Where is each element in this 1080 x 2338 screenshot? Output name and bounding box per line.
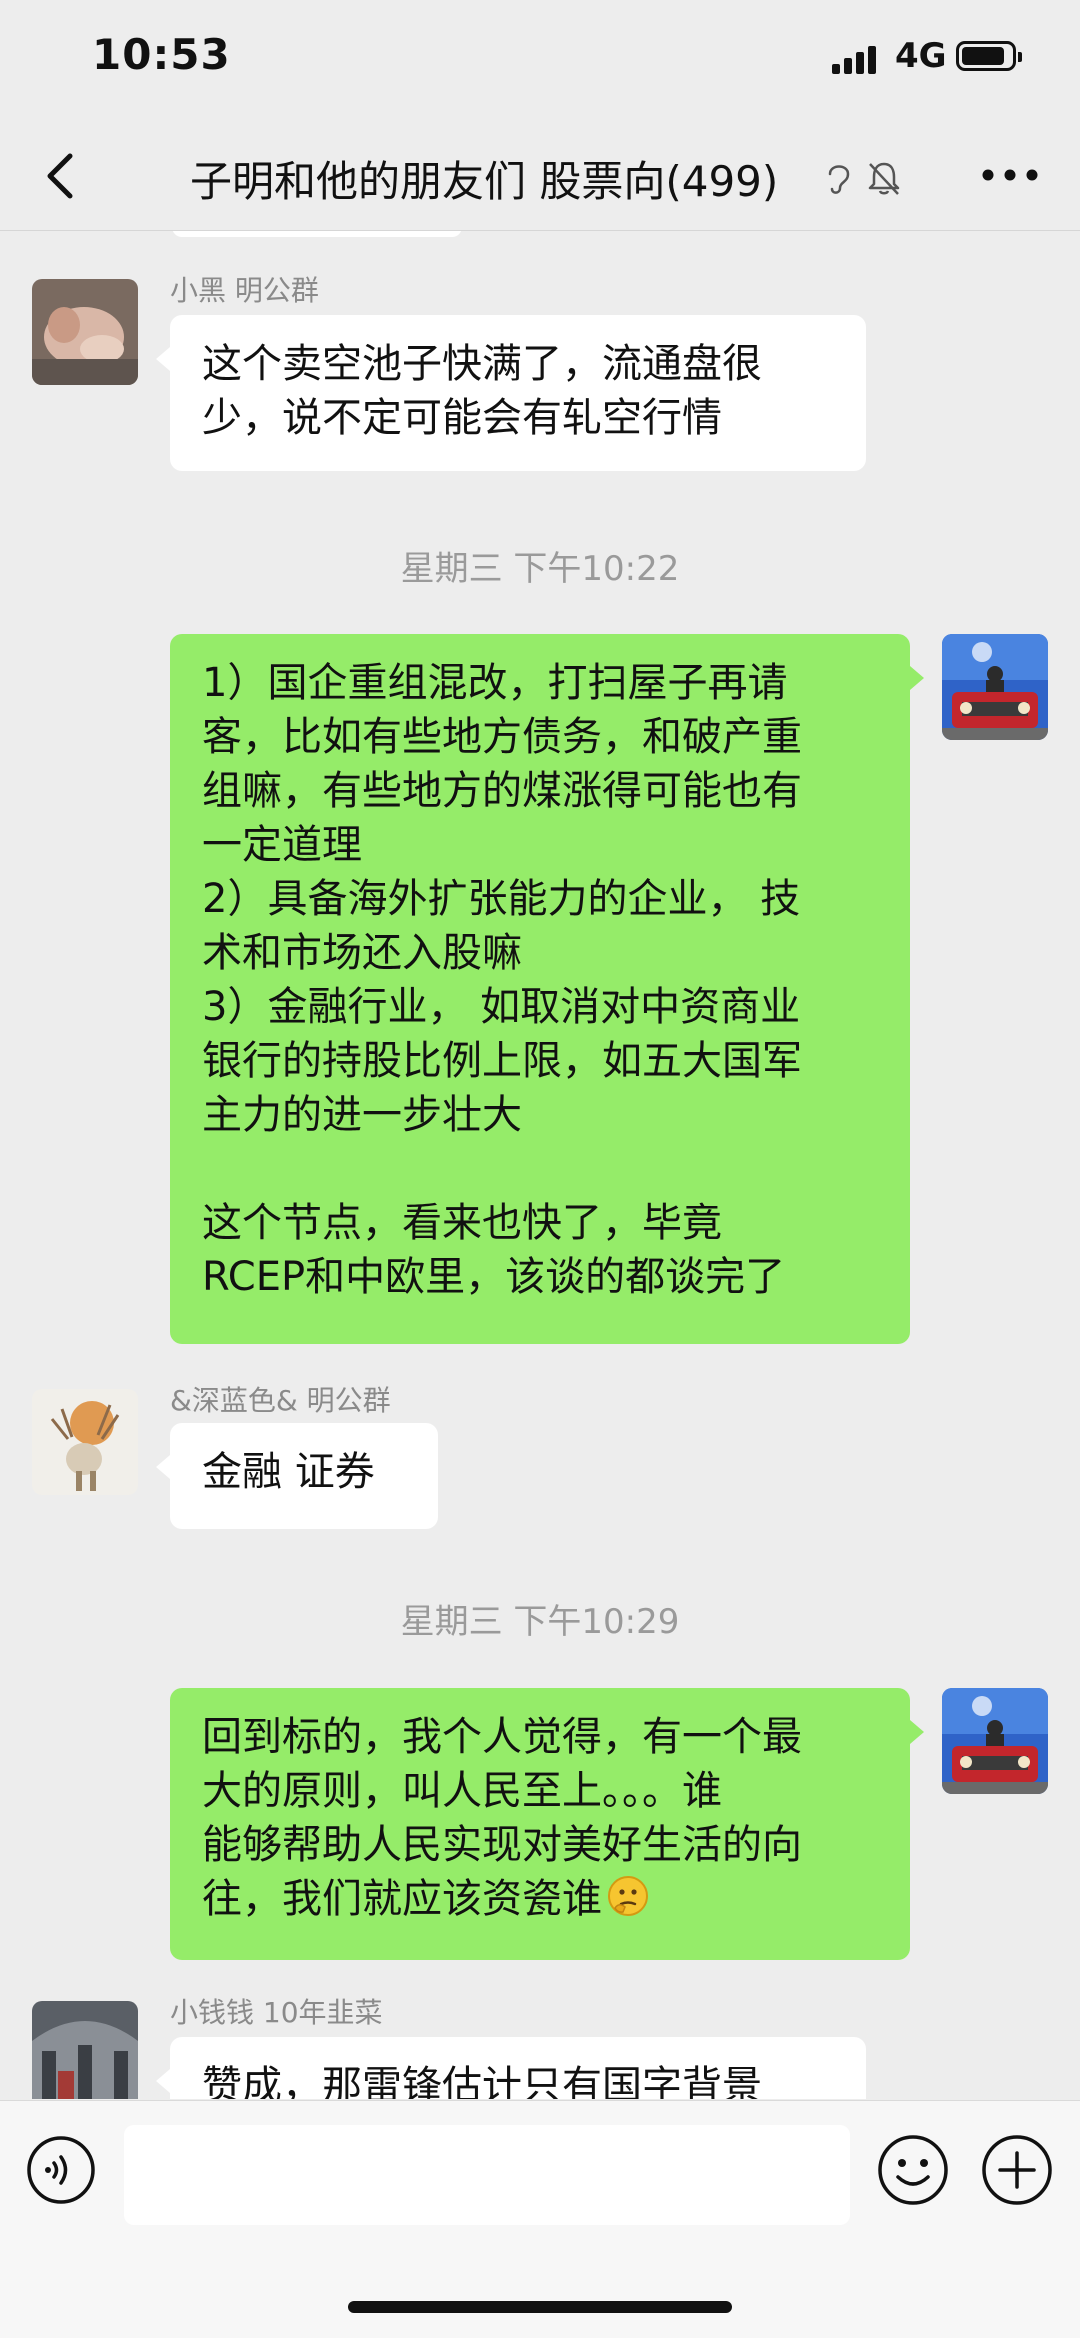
input-bar — [0, 2100, 1080, 2338]
home-indicator[interactable] — [348, 2301, 732, 2313]
back-arrow-icon[interactable] — [36, 146, 90, 206]
message-bubble-incoming[interactable]: 这个卖空池子快满了，流通盘很 少，说不定可能会有轧空行情 — [156, 315, 866, 471]
previous-message-bubble — [172, 231, 462, 237]
earpiece-mode-icon — [828, 165, 850, 194]
avatar-self[interactable] — [942, 1688, 1048, 1794]
thinking-face-icon — [608, 1876, 648, 1916]
add-attachment-icon[interactable] — [980, 2133, 1054, 2207]
message-text: 回到标的，我个人觉得，有一个最 大的原则，叫人民至上。。。谁 能够帮助人民实现对… — [202, 1714, 802, 1922]
sender-name: &深蓝色& 明公群 — [170, 1384, 391, 1417]
more-options-icon[interactable] — [980, 168, 1040, 182]
avatar-xiaoqianqian[interactable] — [32, 2001, 138, 2099]
signal-icon — [832, 46, 880, 74]
emoji-picker-icon[interactable] — [876, 2133, 950, 2207]
sender-name: 小黑 明公群 — [170, 274, 319, 307]
network-label: 4G — [895, 36, 947, 76]
avatar-shenlanse[interactable] — [32, 1389, 138, 1495]
battery-icon — [956, 41, 1022, 71]
chat-header: 子明和他的朋友们 股票向(499) — [0, 120, 1080, 231]
message-input[interactable] — [124, 2125, 850, 2225]
mute-bell-icon — [868, 162, 900, 195]
avatar-self[interactable] — [942, 634, 1048, 740]
timestamp: 星期三 下午10:29 — [400, 1602, 680, 1642]
status-bar: 10:53 4G — [0, 0, 1080, 120]
message-bubble-outgoing[interactable]: 回到标的，我个人觉得，有一个最 大的原则，叫人民至上。。。谁 能够帮助人民实现对… — [170, 1688, 924, 1960]
message-list[interactable]: 小黑 明公群 这个卖空池子快满了，流通盘很 少，说不定可能会有轧空行情 星期三 … — [0, 231, 1080, 2099]
message-bubble-incoming[interactable]: 赞成，那雷锋估计只有国字背景 — [156, 2037, 866, 2099]
sender-name: 小钱钱 10年韭菜 — [170, 1996, 383, 2029]
timestamp: 星期三 下午10:22 — [400, 549, 680, 589]
avatar-xiaohei[interactable] — [32, 279, 138, 385]
status-time: 10:53 — [92, 30, 231, 79]
message-bubble-incoming[interactable]: 金融 证券 — [156, 1423, 438, 1529]
voice-input-icon[interactable] — [26, 2135, 96, 2205]
message-bubble-outgoing[interactable]: 1）国企重组混改，打扫屋子再请 客，比如有些地方债务，和破产重 组嘛，有些地方的… — [170, 634, 924, 1344]
chat-title: 子明和他的朋友们 股票向(499) — [190, 157, 779, 206]
